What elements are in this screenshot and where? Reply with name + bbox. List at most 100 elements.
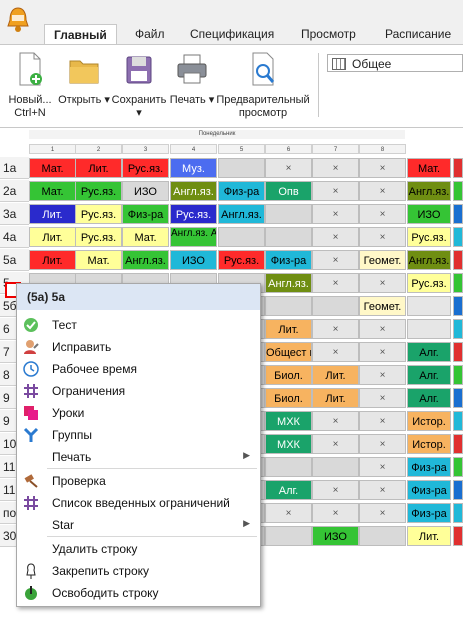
row-header[interactable]: 2а bbox=[0, 180, 29, 202]
lesson-cell[interactable]: Мат. bbox=[29, 158, 76, 178]
lesson-cell[interactable]: Рус.яз. bbox=[407, 227, 451, 247]
tab-file[interactable]: Файл bbox=[126, 24, 174, 44]
lesson-cell[interactable]: × bbox=[359, 411, 406, 431]
menu-item-10[interactable]: Star ▶ bbox=[17, 514, 260, 536]
lesson-cell[interactable] bbox=[453, 204, 463, 224]
menu-item-5[interactable]: Уроки bbox=[17, 402, 260, 424]
menu-item-3[interactable]: Рабочее время bbox=[17, 358, 260, 380]
lesson-cell[interactable]: × bbox=[359, 342, 406, 362]
lesson-cell[interactable]: ИЗО bbox=[407, 204, 451, 224]
lesson-cell[interactable]: Алг. bbox=[407, 388, 451, 408]
lesson-cell[interactable]: × bbox=[359, 158, 406, 178]
lesson-cell[interactable]: × bbox=[312, 273, 359, 293]
lesson-cell[interactable]: × bbox=[359, 503, 406, 523]
lesson-cell[interactable]: Алг. bbox=[407, 342, 451, 362]
lesson-cell[interactable]: Алг. bbox=[407, 365, 451, 385]
lesson-cell[interactable]: Физ-ра bbox=[218, 181, 265, 201]
menu-item-1[interactable]: Тест bbox=[17, 314, 260, 336]
lesson-cell[interactable]: Истор. bbox=[407, 411, 451, 431]
lesson-cell[interactable]: Биол. bbox=[265, 365, 312, 385]
lesson-cell[interactable] bbox=[453, 457, 463, 477]
lesson-cell[interactable]: × bbox=[359, 319, 406, 339]
lesson-cell[interactable]: Лит. bbox=[407, 526, 451, 546]
lesson-cell[interactable]: × bbox=[312, 158, 359, 178]
menu-item-2[interactable]: Исправить bbox=[17, 336, 260, 358]
menu-item-13[interactable]: Освободить строку bbox=[17, 582, 260, 604]
print-preview-button[interactable]: Предварительный просмотр bbox=[212, 51, 314, 120]
lesson-cell[interactable]: Лит. bbox=[29, 227, 76, 247]
lesson-cell[interactable] bbox=[453, 365, 463, 385]
row-header[interactable]: 5а bbox=[0, 249, 29, 271]
lesson-cell[interactable] bbox=[218, 158, 265, 178]
menu-item-6[interactable]: Группы bbox=[17, 424, 260, 446]
lesson-cell[interactable] bbox=[265, 204, 312, 224]
lesson-cell[interactable]: Англ.яз. bbox=[407, 181, 451, 201]
lesson-cell[interactable] bbox=[453, 319, 463, 339]
open-button[interactable]: Открыть ▾ bbox=[58, 51, 110, 107]
lesson-cell[interactable]: Англ.яз. Англ.яз. bbox=[170, 227, 217, 247]
lesson-cell[interactable]: Истор. bbox=[407, 434, 451, 454]
lesson-cell[interactable] bbox=[407, 319, 451, 339]
lesson-cell[interactable]: × bbox=[312, 503, 359, 523]
lesson-cell[interactable]: Физ-ра bbox=[407, 457, 451, 477]
lesson-cell[interactable]: Рус.яз. bbox=[170, 204, 217, 224]
row-header[interactable]: 3а bbox=[0, 203, 29, 225]
lesson-cell[interactable]: Англ.яз. bbox=[218, 204, 265, 224]
lesson-cell[interactable]: × bbox=[359, 227, 406, 247]
lesson-cell[interactable] bbox=[359, 526, 406, 546]
lesson-cell[interactable]: Англ.яз. bbox=[265, 273, 312, 293]
lesson-cell[interactable]: × bbox=[312, 342, 359, 362]
tab-schedule[interactable]: Расписание bbox=[376, 24, 460, 44]
lesson-cell[interactable] bbox=[265, 457, 312, 477]
lesson-cell[interactable]: Лит. bbox=[265, 319, 312, 339]
lesson-cell[interactable]: × bbox=[312, 480, 359, 500]
lesson-cell[interactable] bbox=[453, 526, 463, 546]
lesson-cell[interactable] bbox=[453, 411, 463, 431]
lesson-cell[interactable] bbox=[453, 480, 463, 500]
lesson-cell[interactable]: Лит. bbox=[312, 388, 359, 408]
lesson-cell[interactable]: × bbox=[359, 388, 406, 408]
lesson-cell[interactable]: Лит. bbox=[29, 204, 76, 224]
lesson-cell[interactable]: Алг. bbox=[265, 480, 312, 500]
lesson-cell[interactable]: Муз. bbox=[170, 158, 217, 178]
row-header[interactable]: 1а bbox=[0, 157, 29, 179]
lesson-cell[interactable]: Общест в. bbox=[265, 342, 312, 362]
lesson-cell[interactable]: Геомет. bbox=[359, 296, 406, 316]
tab-main[interactable]: Главный bbox=[44, 24, 117, 45]
lesson-cell[interactable] bbox=[453, 273, 463, 293]
lesson-cell[interactable] bbox=[453, 296, 463, 316]
lesson-cell[interactable]: × bbox=[312, 204, 359, 224]
lesson-cell[interactable] bbox=[453, 227, 463, 247]
lesson-cell[interactable]: × bbox=[359, 434, 406, 454]
lesson-cell[interactable]: ИЗО bbox=[122, 181, 169, 201]
lesson-cell[interactable] bbox=[312, 296, 359, 316]
lesson-cell[interactable]: × bbox=[359, 457, 406, 477]
lesson-cell[interactable]: × bbox=[359, 204, 406, 224]
save-button[interactable]: Сохранить ▾ bbox=[108, 51, 170, 120]
lesson-cell[interactable] bbox=[265, 227, 312, 247]
new-button[interactable]: Новый... Ctrl+N bbox=[2, 51, 58, 120]
menu-item-8[interactable]: Проверка bbox=[17, 470, 260, 492]
lesson-cell[interactable] bbox=[453, 434, 463, 454]
menu-item-12[interactable]: Закрепить строку bbox=[17, 560, 260, 582]
lesson-cell[interactable]: ИЗО bbox=[170, 250, 217, 270]
menu-item-7[interactable]: Печать ▶ bbox=[17, 446, 260, 468]
lesson-cell[interactable]: Физ-ра bbox=[407, 503, 451, 523]
lesson-cell[interactable]: × bbox=[359, 480, 406, 500]
tab-specification[interactable]: Спецификация bbox=[181, 24, 283, 44]
lesson-cell[interactable] bbox=[218, 227, 265, 247]
lesson-cell[interactable]: × bbox=[359, 273, 406, 293]
menu-item-11[interactable]: Удалить строку bbox=[17, 538, 260, 560]
lesson-cell[interactable] bbox=[453, 388, 463, 408]
lesson-cell[interactable] bbox=[453, 158, 463, 178]
lesson-cell[interactable]: × bbox=[359, 181, 406, 201]
lesson-cell[interactable]: Геомет. bbox=[359, 250, 406, 270]
lesson-cell[interactable]: × bbox=[312, 411, 359, 431]
lesson-cell[interactable]: Рус.яз. bbox=[75, 181, 122, 201]
lesson-cell[interactable] bbox=[265, 296, 312, 316]
lesson-cell[interactable] bbox=[453, 250, 463, 270]
menu-item-4[interactable]: Ограничения bbox=[17, 380, 260, 402]
lesson-cell[interactable]: Англ.яз. bbox=[122, 250, 169, 270]
lesson-cell[interactable]: Рус.яз. bbox=[218, 250, 265, 270]
lesson-cell[interactable] bbox=[265, 526, 312, 546]
